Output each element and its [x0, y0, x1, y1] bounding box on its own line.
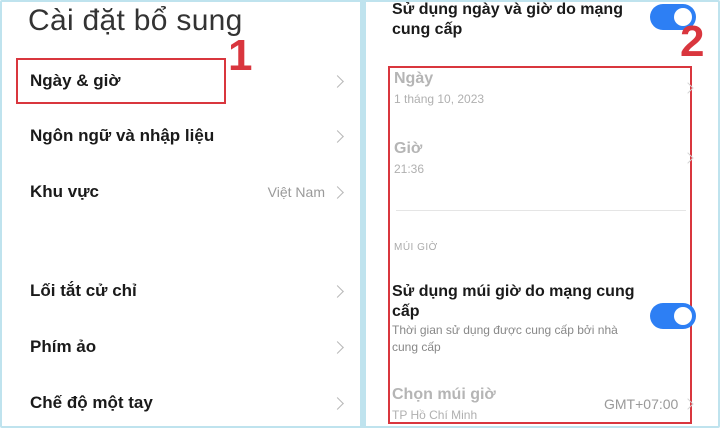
page-title: Cài đặt bổ sung: [28, 4, 243, 37]
settings-left-panel: Cài đặt bổ sung Ngày & giờ Ngôn ngữ và n…: [2, 0, 360, 428]
time-value: 21:36: [394, 162, 425, 176]
network-timezone-description: Thời gian sử dụng được cung cấp bởi nhà …: [392, 322, 618, 356]
choose-timezone-label[interactable]: Chọn múi giờ: [392, 386, 496, 404]
date-time-settings-panel: Sử dụng ngày và giờ do mạng cung cấp 2 N…: [366, 0, 718, 428]
step-number-1: 1: [228, 31, 253, 80]
choose-timezone-sub: TP Hồ Chí Minh: [392, 408, 478, 422]
network-time-label-line1: Sử dụng ngày và giờ do mạng: [392, 1, 623, 18]
highlight-box-step-1: [16, 58, 226, 104]
chevron-right-icon: [331, 129, 344, 143]
settings-item-label: Lối tắt cử chỉ: [30, 281, 137, 300]
network-time-label: Sử dụng ngày và giờ do mạng cung cấp: [392, 0, 623, 40]
chevron-right-icon: [331, 74, 344, 88]
settings-item-label: Khu vực: [30, 182, 99, 201]
time-label[interactable]: Giờ: [394, 140, 422, 158]
settings-item-label: Phím ảo: [30, 337, 97, 356]
settings-item-one-hand-mode[interactable]: Chế độ một tay: [30, 388, 348, 418]
settings-item-language-input[interactable]: Ngôn ngữ và nhập liệu: [30, 121, 348, 151]
network-time-label-line2: cung cấp: [392, 21, 463, 38]
step-number-2: 2: [680, 17, 705, 66]
settings-item-label: Chế độ một tay: [30, 393, 153, 412]
timezone-section-header: MÚI GIỜ: [394, 242, 438, 253]
network-timezone-label-line1: Sử dụng múi giờ do mạng cung: [392, 283, 635, 300]
date-label[interactable]: Ngày: [394, 70, 433, 88]
network-timezone-desc-line2: cung cấp: [392, 340, 441, 354]
chevron-right-icon: [331, 185, 344, 199]
settings-item-region[interactable]: Khu vực Việt Nam: [30, 177, 348, 207]
settings-item-gesture-shortcuts[interactable]: Lối tắt cử chỉ: [30, 276, 348, 306]
settings-item-label: Ngôn ngữ và nhập liệu: [30, 126, 215, 145]
chevron-right-icon: [331, 340, 344, 354]
network-timezone-label: Sử dụng múi giờ do mạng cung cấp: [392, 282, 635, 322]
network-timezone-label-line2: cấp: [392, 303, 420, 320]
divider-line: [396, 210, 686, 211]
chevron-right-icon: [331, 284, 344, 298]
settings-item-value: Việt Nam: [267, 184, 325, 200]
network-timezone-toggle[interactable]: [650, 303, 696, 329]
choose-timezone-value: GMT+07:00: [604, 396, 679, 412]
network-timezone-desc-line1: Thời gian sử dụng được cung cấp bởi nhà: [392, 323, 618, 337]
date-value: 1 tháng 10, 2023: [394, 92, 485, 106]
settings-item-virtual-keys[interactable]: Phím ảo: [30, 332, 348, 362]
chevron-right-icon: [331, 396, 344, 410]
